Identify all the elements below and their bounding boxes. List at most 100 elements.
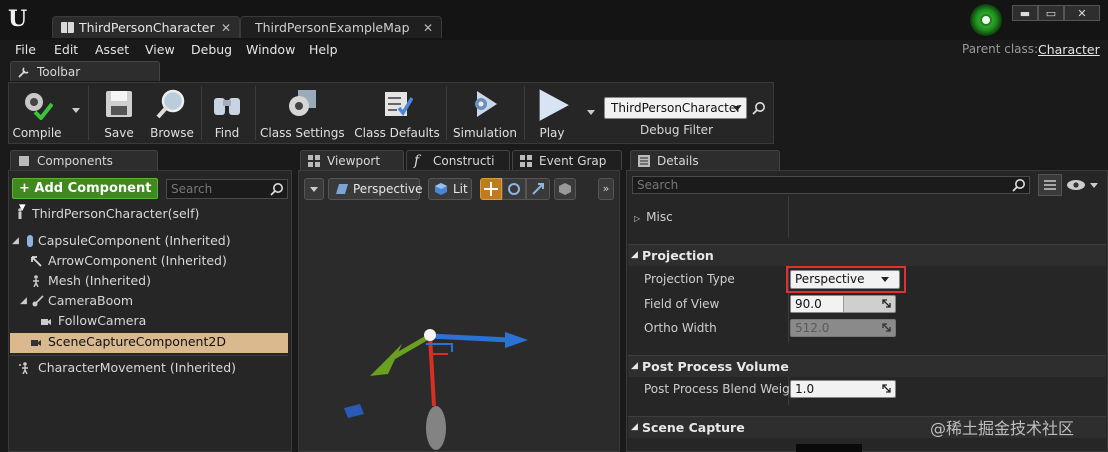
play-options-dropdown[interactable] bbox=[587, 110, 595, 115]
column-divider bbox=[788, 196, 789, 238]
local-world-toggle[interactable] bbox=[554, 178, 576, 200]
tree-item-capsule[interactable]: ◢ CapsuleComponent (Inherited) bbox=[12, 232, 231, 250]
gizmo-center[interactable] bbox=[424, 329, 436, 341]
viewport-overflow-button[interactable]: » bbox=[598, 178, 614, 200]
toolbar-separator bbox=[201, 86, 202, 140]
post-process-category-header[interactable]: ◢ Post Process Volume bbox=[628, 355, 1106, 377]
gizmo-y-axis[interactable] bbox=[390, 333, 432, 361]
projection-category-header[interactable]: ◢ Projection bbox=[628, 244, 1106, 266]
expand-arrow-icon[interactable]: ◢ bbox=[20, 292, 27, 310]
tree-item-arrow[interactable]: ArrowComponent (Inherited) bbox=[30, 252, 227, 270]
transform-gizmo[interactable] bbox=[330, 318, 540, 452]
tree-item-follow-camera[interactable]: FollowCamera bbox=[40, 312, 146, 330]
toolbar-separator bbox=[446, 86, 447, 140]
debug-filter-select[interactable]: ThirdPersonCharacter bbox=[604, 97, 747, 119]
field-of-view-label: Field of View bbox=[644, 297, 720, 311]
expand-arrow-icon: ◢ bbox=[631, 422, 638, 432]
gizmo-x-axis[interactable] bbox=[429, 333, 511, 343]
view-options-button[interactable] bbox=[1066, 177, 1100, 193]
menu-file[interactable]: File bbox=[15, 42, 36, 57]
tab-construction-script[interactable]: f Constructi bbox=[406, 150, 510, 170]
menu-help[interactable]: Help bbox=[309, 42, 338, 57]
tree-item-self[interactable]: ThirdPersonCharacter(self) bbox=[14, 205, 199, 223]
details-search-input[interactable]: Search bbox=[632, 176, 1030, 194]
tab-viewport[interactable]: Viewport bbox=[300, 150, 404, 170]
slider-drag-icon bbox=[882, 384, 891, 393]
class-defaults-button[interactable]: Class Defaults bbox=[354, 84, 440, 142]
translate-mode-button[interactable] bbox=[480, 178, 502, 200]
tab-event-graph[interactable]: Event Grap bbox=[512, 150, 622, 170]
blend-weight-input[interactable]: 1.0 bbox=[790, 380, 896, 398]
details-list-icon bbox=[638, 155, 650, 167]
tree-item-mesh[interactable]: Mesh (Inherited) bbox=[30, 272, 151, 290]
close-tab-icon[interactable]: ✕ bbox=[423, 17, 433, 39]
menu-debug[interactable]: Debug bbox=[191, 42, 232, 57]
tree-item-label: CameraBoom bbox=[48, 293, 134, 308]
components-search-placeholder: Search bbox=[171, 182, 213, 196]
compile-gear-check-icon bbox=[25, 93, 53, 120]
property-matrix-button[interactable] bbox=[1038, 174, 1062, 196]
menu-view[interactable]: View bbox=[145, 42, 175, 57]
tab-toolbar[interactable]: Toolbar bbox=[10, 61, 160, 81]
tab-third-person-character[interactable]: ThirdPersonCharacter ✕ bbox=[52, 16, 240, 38]
class-settings-button[interactable]: Class Settings bbox=[260, 84, 345, 142]
components-icon bbox=[19, 156, 29, 166]
tab-label: Toolbar bbox=[37, 65, 81, 79]
tab-details[interactable]: Details bbox=[630, 150, 780, 170]
components-search-input[interactable]: Search bbox=[166, 179, 288, 199]
lit-cube-icon bbox=[435, 183, 447, 195]
arrow-component-icon bbox=[31, 256, 42, 267]
maximize-button[interactable]: ▭ bbox=[1038, 5, 1064, 21]
find-binoculars-icon bbox=[214, 98, 240, 115]
class-settings-label: Class Settings bbox=[260, 126, 345, 140]
close-tab-icon[interactable]: ✕ bbox=[221, 17, 231, 39]
cube-icon bbox=[559, 183, 571, 195]
play-button[interactable]: Play bbox=[528, 84, 576, 142]
scale-mode-button[interactable] bbox=[526, 178, 550, 200]
menu-asset[interactable]: Asset bbox=[95, 42, 129, 57]
browse-button[interactable]: Browse bbox=[146, 84, 198, 142]
minimize-button[interactable]: ▬ bbox=[1012, 5, 1038, 21]
field-of-view-slider[interactable]: 90.0 bbox=[790, 295, 896, 313]
wrench-icon bbox=[18, 67, 29, 78]
rotate-mode-button[interactable] bbox=[502, 178, 526, 200]
compile-options-dropdown[interactable] bbox=[72, 108, 80, 113]
debug-filter-search-icon[interactable] bbox=[752, 101, 766, 115]
simulation-button[interactable]: Simulation bbox=[452, 84, 518, 142]
menu-edit[interactable]: Edit bbox=[54, 42, 78, 57]
perspective-view-button[interactable]: Perspective bbox=[328, 178, 423, 200]
tab-third-person-example-map[interactable]: ThirdPersonExampleMap ✕ bbox=[240, 16, 442, 38]
ortho-width-input: 512.0 bbox=[790, 319, 896, 337]
tree-item-scene-capture[interactable]: SceneCaptureComponent2D bbox=[30, 333, 226, 351]
add-component-button[interactable]: + Add Component ▾ bbox=[12, 178, 158, 215]
misc-category[interactable]: ▷ Misc bbox=[634, 210, 673, 224]
tab-label: Viewport bbox=[327, 154, 381, 168]
character-mesh-preview bbox=[426, 406, 446, 450]
tree-item-camera-boom[interactable]: ◢ CameraBoom bbox=[20, 292, 133, 310]
lit-view-mode-button[interactable]: Lit bbox=[428, 178, 472, 200]
blueprint-book-icon bbox=[61, 22, 74, 33]
expand-arrow-icon[interactable]: ◢ bbox=[12, 232, 19, 250]
scene-capture-header-label: Scene Capture bbox=[642, 420, 745, 435]
search-icon bbox=[270, 183, 283, 196]
source-control-status-icon[interactable] bbox=[970, 4, 1002, 36]
save-button[interactable]: Save bbox=[96, 84, 142, 142]
camera-icon bbox=[41, 319, 51, 325]
parent-class-link[interactable]: Character bbox=[1038, 42, 1100, 57]
tree-item-character-movement[interactable]: CharacterMovement (Inherited) bbox=[18, 359, 236, 377]
tab-components[interactable]: Components bbox=[10, 150, 158, 170]
function-icon: f bbox=[414, 153, 420, 169]
gizmo-z-axis[interactable] bbox=[428, 335, 436, 407]
compile-label: Compile bbox=[12, 126, 62, 140]
gizmo-x-arrowhead[interactable] bbox=[505, 332, 528, 348]
slider-drag-icon bbox=[882, 323, 891, 332]
menu-window[interactable]: Window bbox=[246, 42, 295, 57]
eye-icon bbox=[1067, 180, 1085, 190]
viewport-options-dropdown[interactable] bbox=[304, 178, 324, 200]
class-defaults-label: Class Defaults bbox=[354, 126, 440, 140]
translate-arrows-icon bbox=[484, 182, 498, 196]
find-button[interactable]: Find bbox=[204, 84, 250, 142]
close-button[interactable]: ✕ bbox=[1064, 5, 1100, 21]
gizmo-y-arrowhead[interactable] bbox=[370, 344, 402, 376]
compile-button[interactable]: Compile bbox=[10, 84, 64, 142]
